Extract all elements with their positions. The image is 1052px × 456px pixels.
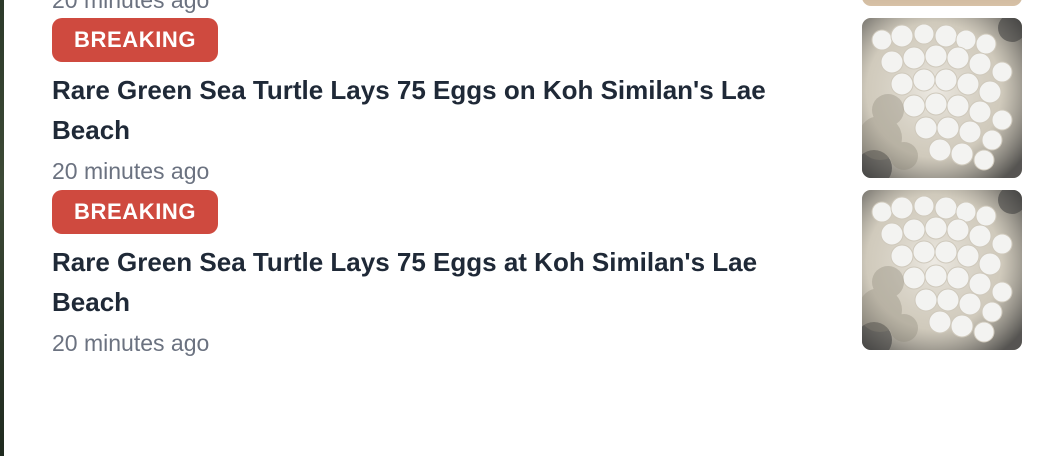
news-headline[interactable]: Rare Green Sea Turtle Lays 75 Eggs at Ko…	[52, 242, 822, 322]
news-thumbnail	[862, 0, 1022, 6]
breaking-badge: BREAKING	[52, 190, 219, 234]
timestamp: 20 minutes ago	[52, 0, 210, 13]
timestamp: 20 minutes ago	[52, 330, 210, 356]
news-feed-page: 20 minutes ago BREAKING Rare Green Sea T…	[0, 0, 1052, 456]
turtle-eggs-photo-icon[interactable]	[862, 190, 1022, 350]
turtle-eggs-photo-icon[interactable]	[862, 18, 1022, 178]
news-headline[interactable]: Rare Green Sea Turtle Lays 75 Eggs on Ko…	[52, 70, 822, 150]
breaking-badge: BREAKING	[52, 18, 219, 62]
news-item[interactable]: BREAKING Rare Green Sea Turtle Lays 75 E…	[0, 18, 1052, 186]
news-item[interactable]: BREAKING Rare Green Sea Turtle Lays 75 E…	[0, 190, 1052, 358]
partial-news-item[interactable]: 20 minutes ago	[0, 0, 1052, 16]
timestamp: 20 minutes ago	[52, 158, 210, 184]
